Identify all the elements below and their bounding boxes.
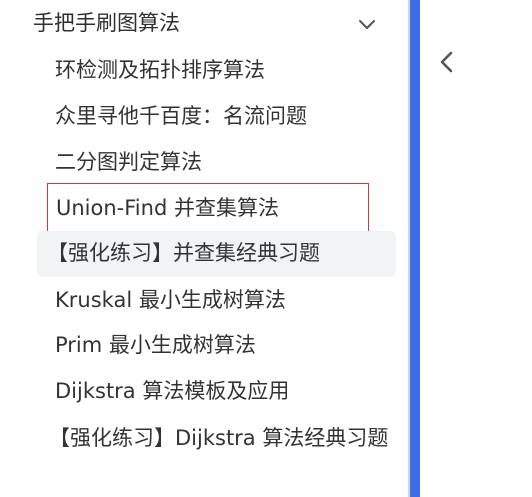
nav-item-union-find-exercises[interactable]: 【强化练习】并查集经典习题 bbox=[37, 231, 396, 277]
nav-item-dijkstra-exercises[interactable]: 【强化练习】Dijkstra 算法经典习题 bbox=[47, 422, 392, 455]
nav-item-dijkstra-template[interactable]: Dijkstra 算法模板及应用 bbox=[55, 377, 289, 405]
sidebar: 手把手刷图算法 环检测及拓扑排序算法 众里寻他千百度：名流问题 二分图判定算法 … bbox=[0, 0, 408, 497]
collapse-sidebar-button[interactable] bbox=[430, 40, 464, 84]
nav-item-label: 【强化练习】Dijkstra 算法经典习题 bbox=[49, 426, 389, 450]
nav-item-kruskal-mst[interactable]: Kruskal 最小生成树算法 bbox=[55, 286, 286, 314]
sidebar-resize-handle[interactable] bbox=[410, 0, 420, 497]
nav-item-bipartite-graph[interactable]: 二分图判定算法 bbox=[55, 148, 202, 176]
nav-item-celebrity-problem[interactable]: 众里寻他千百度：名流问题 bbox=[55, 102, 307, 130]
nav-item-cycle-detection-topological-sort[interactable]: 环检测及拓扑排序算法 bbox=[55, 56, 265, 84]
nav-list: 环检测及拓扑排序算法 众里寻他千百度：名流问题 二分图判定算法 Union-Fi… bbox=[0, 0, 408, 497]
nav-item-union-find[interactable]: Union-Find 并查集算法 bbox=[47, 183, 369, 233]
chevron-left-icon bbox=[440, 51, 453, 73]
nav-item-prim-mst[interactable]: Prim 最小生成树算法 bbox=[55, 331, 256, 359]
